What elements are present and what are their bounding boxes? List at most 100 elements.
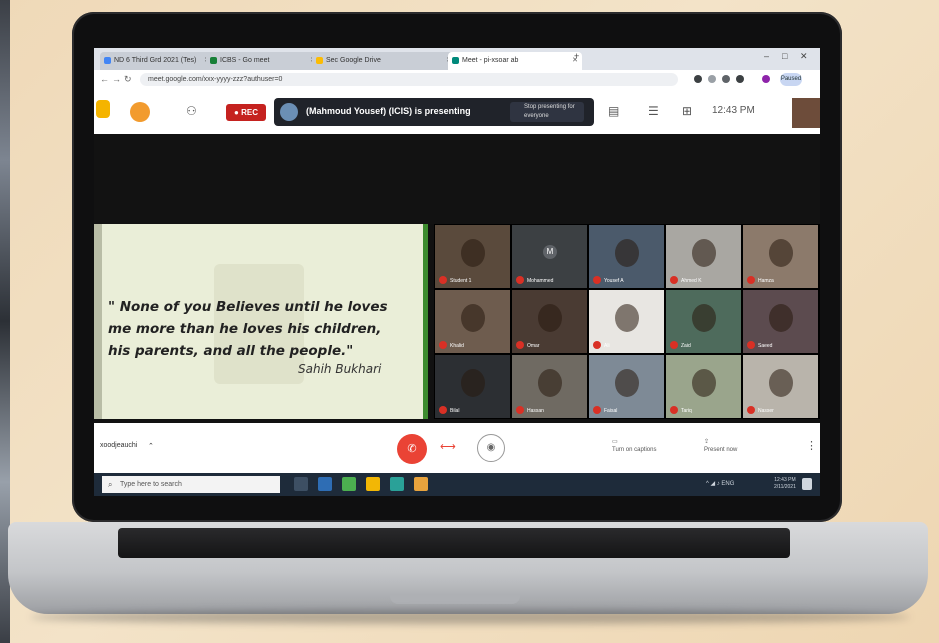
profile-chip[interactable]: Paused bbox=[780, 73, 802, 86]
mic-muted-icon bbox=[516, 341, 524, 349]
taskbar-date: 2/11/2021 bbox=[774, 484, 796, 490]
chrome-icon[interactable] bbox=[390, 477, 404, 491]
participant-tile[interactable]: Bilal bbox=[435, 355, 510, 418]
slide-source: Sahih Bukhari bbox=[298, 362, 382, 376]
close-window-icon[interactable]: ✕ bbox=[800, 51, 808, 62]
extension-icon[interactable] bbox=[694, 75, 702, 83]
participant-tile[interactable]: Omar bbox=[512, 290, 587, 353]
participant-video bbox=[615, 239, 639, 267]
leave-call-button[interactable]: ✆ bbox=[397, 434, 427, 464]
mic-muted-icon bbox=[670, 276, 678, 284]
browser-tab-4[interactable]: Meet - pi-xsoar ab ✕ bbox=[448, 52, 582, 70]
laptop-shadow bbox=[30, 610, 910, 624]
system-tray[interactable]: ^ ◢ ♪ ENG bbox=[706, 480, 734, 487]
participant-tile[interactable]: Student 1 bbox=[435, 225, 510, 288]
store-icon[interactable] bbox=[342, 477, 356, 491]
minimize-icon[interactable]: – bbox=[764, 51, 769, 61]
back-icon[interactable]: ← bbox=[100, 74, 109, 84]
laptop-keyboard bbox=[118, 528, 790, 558]
participant-video bbox=[538, 369, 562, 397]
participant-tile[interactable]: Zaid bbox=[666, 290, 741, 353]
raise-hand-icon[interactable] bbox=[96, 100, 110, 118]
participant-tile[interactable]: Hamza bbox=[743, 225, 818, 288]
participant-tile[interactable]: Ali bbox=[589, 290, 664, 353]
account-avatar-icon[interactable] bbox=[762, 75, 770, 83]
participant-tile[interactable]: Saeed bbox=[743, 290, 818, 353]
browser-tab-1[interactable]: ND 6 Third Grd 2021 (Tes) ✕ bbox=[100, 52, 214, 70]
participant-video bbox=[769, 239, 793, 267]
participant-name: Hassan bbox=[527, 408, 544, 414]
participant-name: Student 1 bbox=[450, 278, 472, 284]
maximize-icon[interactable]: □ bbox=[782, 51, 787, 61]
forward-icon[interactable]: → bbox=[112, 74, 121, 84]
extension-icon[interactable] bbox=[736, 75, 744, 83]
participant-video bbox=[769, 304, 793, 332]
participant-tile[interactable]: Tariq bbox=[666, 355, 741, 418]
presentation-slide: " None of you Believes until he loves me… bbox=[94, 224, 428, 419]
participant-video bbox=[615, 369, 639, 397]
edge-browser-icon[interactable] bbox=[318, 477, 332, 491]
activities-icon[interactable]: ☰ bbox=[648, 104, 659, 118]
participant-tile[interactable]: Hassan bbox=[512, 355, 587, 418]
reload-icon[interactable]: ↻ bbox=[124, 74, 132, 85]
taskbar-search-input[interactable]: ⌕ Type here to search bbox=[102, 476, 280, 493]
meet-clock: 12:43 PM bbox=[712, 105, 755, 116]
taskbar-time: 12:43 PM bbox=[774, 477, 796, 483]
presenter-avatar bbox=[280, 103, 298, 121]
participant-grid: Student 1 M Mohammed Yousef A Ahmed K Hamza Kh… bbox=[434, 224, 820, 419]
chat-icon[interactable]: ▤ bbox=[608, 104, 619, 118]
tab-title: Sec Google Drive bbox=[326, 57, 381, 64]
presenting-banner: (Mahmoud Yousef) (ICIS) is presenting St… bbox=[274, 98, 594, 126]
mic-off-icon[interactable]: ⟷ bbox=[440, 440, 456, 453]
search-placeholder: Type here to search bbox=[120, 481, 182, 488]
new-tab-icon[interactable]: + bbox=[574, 51, 579, 61]
info-icon[interactable]: ⊞ bbox=[682, 104, 692, 118]
file-explorer-icon[interactable] bbox=[366, 477, 380, 491]
more-options-icon[interactable]: ⋮ bbox=[806, 439, 817, 452]
participant-name: Zaid bbox=[681, 343, 691, 349]
extension-icon[interactable] bbox=[722, 75, 730, 83]
captions-button[interactable]: ▭ Turn on captions bbox=[612, 438, 656, 454]
task-view-icon[interactable] bbox=[294, 477, 308, 491]
slide-edge-decoration bbox=[94, 224, 102, 419]
participant-video bbox=[692, 369, 716, 397]
participant-tile[interactable]: Ahmed K bbox=[666, 225, 741, 288]
meet-controls-bar: xoodjeauchi ⌃ ✆ ⟷ ◉ ▭ Turn on captions ⇪… bbox=[94, 423, 820, 473]
windows-taskbar: ⌕ Type here to search ^ ◢ ♪ ENG 12:43 PM… bbox=[94, 473, 820, 496]
participant-name: Tariq bbox=[681, 408, 692, 414]
browser-tab-strip: ND 6 Third Grd 2021 (Tes) ✕ ICBS - Go me… bbox=[94, 48, 820, 70]
participant-name: Faisal bbox=[604, 408, 618, 414]
meet-top-bar: ⚇ ● REC (Mahmoud Yousef) (ICIS) is prese… bbox=[94, 90, 820, 134]
meeting-code: xoodjeauchi bbox=[100, 442, 138, 449]
people-icon[interactable]: ⚇ bbox=[186, 104, 197, 118]
present-icon: ⇪ bbox=[704, 439, 710, 445]
participant-tile[interactable]: Faisal bbox=[589, 355, 664, 418]
participant-name: Bilal bbox=[450, 408, 460, 414]
browser-tab-3[interactable]: Sec Google Drive ✕ bbox=[312, 52, 456, 70]
taskbar-clock[interactable]: 12:43 PM 2/11/2021 bbox=[774, 477, 796, 491]
slide-quote: " None of you Believes until he loves me… bbox=[108, 299, 388, 359]
participant-name: Yousef A bbox=[604, 278, 624, 284]
self-view-thumbnail bbox=[792, 98, 820, 128]
mic-muted-icon bbox=[747, 406, 755, 414]
meet-app-icon[interactable] bbox=[414, 477, 428, 491]
participant-avatar: M bbox=[543, 245, 557, 259]
chevron-up-icon[interactable]: ⌃ bbox=[148, 442, 154, 450]
tab-favicon-icon bbox=[210, 57, 217, 64]
present-now-button[interactable]: ⇪ Present now bbox=[704, 438, 737, 454]
camera-toggle-button[interactable]: ◉ bbox=[477, 434, 505, 462]
tab-favicon-icon bbox=[104, 57, 111, 64]
participant-tile[interactable]: Nasser bbox=[743, 355, 818, 418]
extension-icon[interactable] bbox=[708, 75, 716, 83]
stop-presenting-button[interactable]: Stop presenting for everyone bbox=[510, 102, 584, 122]
participant-name: Ahmed K bbox=[681, 278, 702, 284]
url-field[interactable]: meet.google.com/xxx-yyyy-zzz?authuser=0 bbox=[140, 73, 678, 86]
recording-label: REC bbox=[241, 108, 258, 117]
browser-tab-2[interactable]: ICBS - Go meet ✕ bbox=[206, 52, 320, 70]
participant-tile[interactable]: Khalid bbox=[435, 290, 510, 353]
mic-muted-icon bbox=[593, 406, 601, 414]
participant-tile[interactable]: M Mohammed bbox=[512, 225, 587, 288]
participant-tile[interactable]: Yousef A bbox=[589, 225, 664, 288]
notifications-icon[interactable] bbox=[802, 478, 812, 490]
participant-video bbox=[615, 304, 639, 332]
